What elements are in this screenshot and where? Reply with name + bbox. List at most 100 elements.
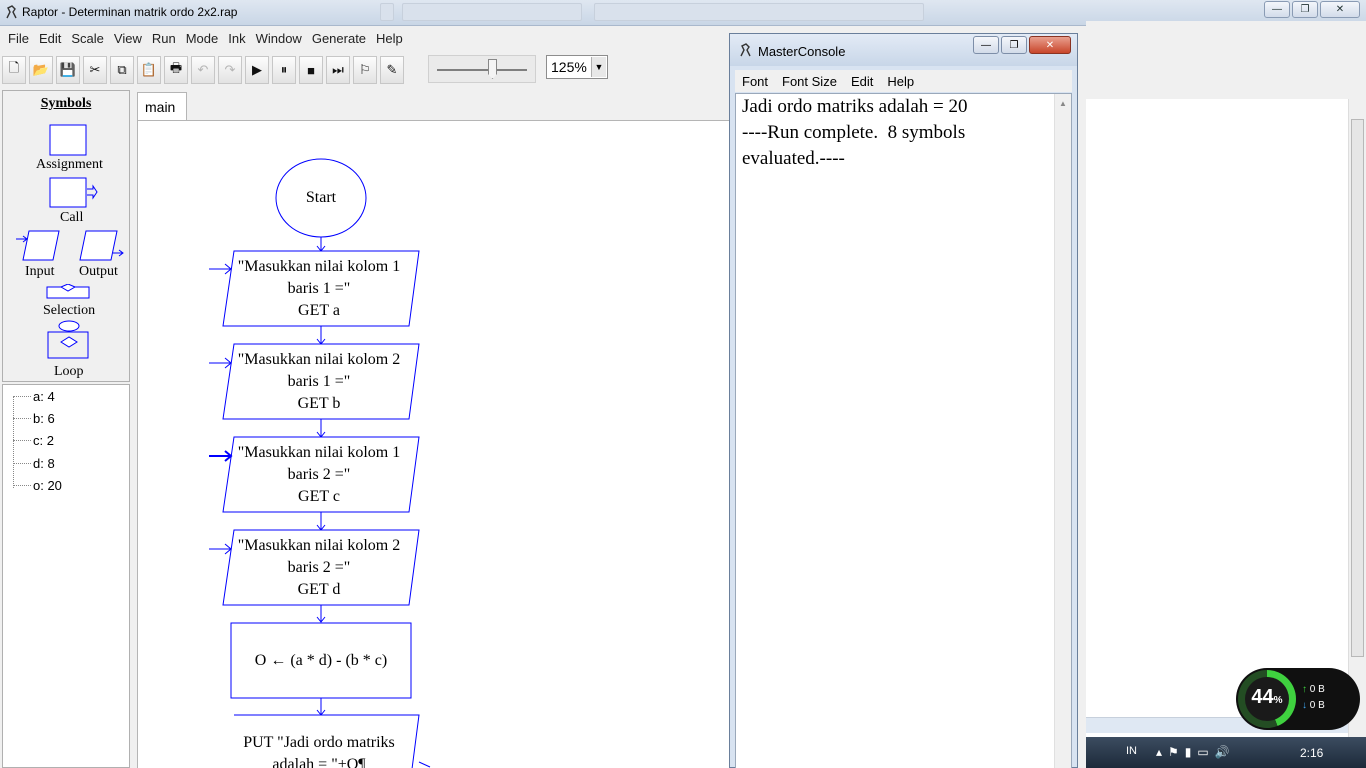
- test-icon[interactable]: ⚐: [353, 56, 377, 84]
- maximize-button[interactable]: ❐: [1292, 1, 1318, 18]
- zoom-value: 125%: [551, 59, 587, 75]
- menu-help[interactable]: Help: [371, 31, 408, 46]
- flowchart-canvas[interactable]: Start "Masukkan nilai kolom 1 baris 1 ="…: [137, 120, 730, 768]
- scroll-up-icon[interactable]: ▲: [1059, 99, 1067, 108]
- slider-thumb[interactable]: [488, 59, 497, 79]
- get-statement: GET d: [297, 581, 341, 598]
- call-symbol-icon[interactable]: [49, 177, 101, 211]
- menu-edit[interactable]: Edit: [34, 31, 66, 46]
- prompt-line-2: baris 2 =": [287, 466, 351, 483]
- console-close-button[interactable]: ✕: [1029, 36, 1071, 54]
- vertical-scrollbar[interactable]: [1348, 99, 1366, 739]
- clock[interactable]: 2:16: [1300, 746, 1323, 760]
- chevron-down-icon[interactable]: ▼: [591, 57, 606, 77]
- menu-ink[interactable]: Ink: [223, 31, 250, 46]
- variable-item[interactable]: a: 4: [3, 389, 55, 404]
- copy-icon[interactable]: ⧉: [110, 56, 134, 84]
- console-title-bar: MasterConsole — ❐ ✕: [730, 34, 1077, 66]
- assignment-label: Assignment: [36, 157, 103, 172]
- input-label: Input: [25, 264, 55, 279]
- get-statement: GET a: [298, 302, 340, 319]
- variable-item[interactable]: c: 2: [3, 433, 54, 448]
- assignment-symbol-icon[interactable]: [49, 123, 89, 157]
- open-icon[interactable]: 📂: [29, 56, 53, 84]
- prompt-line-2: baris 1 =": [287, 373, 351, 390]
- menu-mode[interactable]: Mode: [181, 31, 224, 46]
- menu-view[interactable]: View: [109, 31, 147, 46]
- input-prompt-b: "Masukkan nilai kolom 2 baris 1 =" GET b: [224, 349, 414, 415]
- loop-label: Loop: [54, 364, 84, 379]
- menu-file[interactable]: File: [3, 31, 34, 46]
- pause-icon[interactable]: ⏸: [272, 56, 296, 84]
- console-maximize-button[interactable]: ❐: [1001, 36, 1027, 54]
- speed-slider[interactable]: [428, 55, 536, 83]
- prompt-line-1: "Masukkan nilai kolom 1: [237, 258, 401, 275]
- variables-panel: a: 4 b: 6 c: 2 d: 8 o: 20: [2, 384, 130, 768]
- console-menu-edit[interactable]: Edit: [844, 74, 880, 89]
- cut-icon[interactable]: ✂: [83, 56, 107, 84]
- variable-label: o: 20: [33, 478, 62, 493]
- output-symbol-icon[interactable]: [77, 229, 127, 263]
- master-console-window: MasterConsole — ❐ ✕ Font Font Size Edit …: [729, 33, 1078, 768]
- prompt-line-1: "Masukkan nilai kolom 1: [237, 444, 401, 461]
- system-tray-icons[interactable]: ▴⚑▮▭🔊: [1156, 745, 1236, 759]
- output-label: Output: [79, 264, 118, 279]
- console-title: MasterConsole: [758, 44, 846, 59]
- symbols-heading: Symbols: [40, 96, 92, 111]
- connector-arrow: [316, 698, 326, 716]
- console-minimize-button[interactable]: —: [973, 36, 999, 54]
- console-menu-bar: Font Font Size Edit Help: [735, 70, 1072, 92]
- variable-item[interactable]: b: 6: [3, 411, 55, 426]
- window-title: Raptor - Determinan matrik ordo 2x2.rap: [22, 5, 238, 19]
- console-menu-font[interactable]: Font: [735, 74, 775, 89]
- new-icon[interactable]: 🗋: [2, 56, 26, 84]
- paste-icon[interactable]: 📋: [137, 56, 161, 84]
- selection-label: Selection: [43, 303, 96, 318]
- network-monitor-widget[interactable]: 44% ↑ 0 B ↓ 0 B: [1236, 668, 1360, 730]
- console-scrollbar[interactable]: ▲: [1054, 94, 1071, 768]
- stop-icon[interactable]: ■: [299, 56, 323, 84]
- variable-item[interactable]: o: 20: [3, 478, 62, 493]
- tab-main[interactable]: main: [137, 92, 187, 120]
- console-line: Jadi ordo matriks adalah = 20: [742, 96, 968, 117]
- menu-window[interactable]: Window: [251, 31, 307, 46]
- loop-symbol-icon[interactable]: [45, 320, 93, 360]
- console-output[interactable]: Jadi ordo matriks adalah = 20 ----Run co…: [735, 93, 1072, 768]
- step-icon[interactable]: ⏭: [326, 56, 350, 84]
- menu-scale[interactable]: Scale: [66, 31, 109, 46]
- connector-arrow: [316, 512, 326, 531]
- selection-symbol-icon[interactable]: [45, 284, 93, 300]
- language-indicator[interactable]: IN: [1126, 745, 1137, 757]
- undo-icon[interactable]: ↶: [191, 56, 215, 84]
- prompt-line-1: "Masukkan nilai kolom 2: [237, 351, 401, 368]
- print-icon[interactable]: 🖶: [164, 56, 188, 84]
- background-window: [1086, 21, 1366, 739]
- tab-strip: main: [135, 90, 730, 120]
- output-statement: PUT "Jadi ordo matriks adalah = "+O¶: [224, 732, 414, 768]
- input-prompt-d: "Masukkan nilai kolom 2 baris 2 =" GET d: [224, 535, 414, 601]
- scroll-thumb[interactable]: [1351, 119, 1364, 657]
- save-icon[interactable]: 💾: [56, 56, 80, 84]
- upload-rate: ↑ 0 B: [1302, 684, 1325, 695]
- menu-generate[interactable]: Generate: [307, 31, 371, 46]
- zoom-select[interactable]: 125% ▼: [546, 55, 608, 79]
- upload-value: 0 B: [1309, 684, 1325, 695]
- execute-icon[interactable]: ▶: [245, 56, 269, 84]
- pen-icon[interactable]: ✎: [380, 56, 404, 84]
- console-line: evaluated.----: [742, 148, 845, 169]
- close-button[interactable]: ✕: [1320, 1, 1360, 18]
- symbols-panel: Symbols Assignment Call Input Output Sel…: [2, 90, 130, 382]
- toolbar: 🗋 📂 💾 ✂ ⧉ 📋 🖶 ↶ ↷ ▶ ⏸ ■ ⏭ ⚐ ✎: [0, 53, 730, 87]
- minimize-button[interactable]: —: [1264, 1, 1290, 18]
- background-tab: [380, 3, 394, 21]
- get-statement: GET c: [298, 488, 340, 505]
- console-menu-help[interactable]: Help: [880, 74, 921, 89]
- prompt-line-2: baris 2 =": [287, 559, 351, 576]
- variable-item[interactable]: d: 8: [3, 456, 55, 471]
- download-rate: ↓ 0 B: [1302, 700, 1325, 711]
- console-menu-font-size[interactable]: Font Size: [775, 74, 844, 89]
- menu-run[interactable]: Run: [147, 31, 181, 46]
- redo-icon[interactable]: ↷: [218, 56, 242, 84]
- prompt-line-1: "Masukkan nilai kolom 2: [237, 537, 401, 554]
- input-symbol-icon[interactable]: [15, 229, 65, 263]
